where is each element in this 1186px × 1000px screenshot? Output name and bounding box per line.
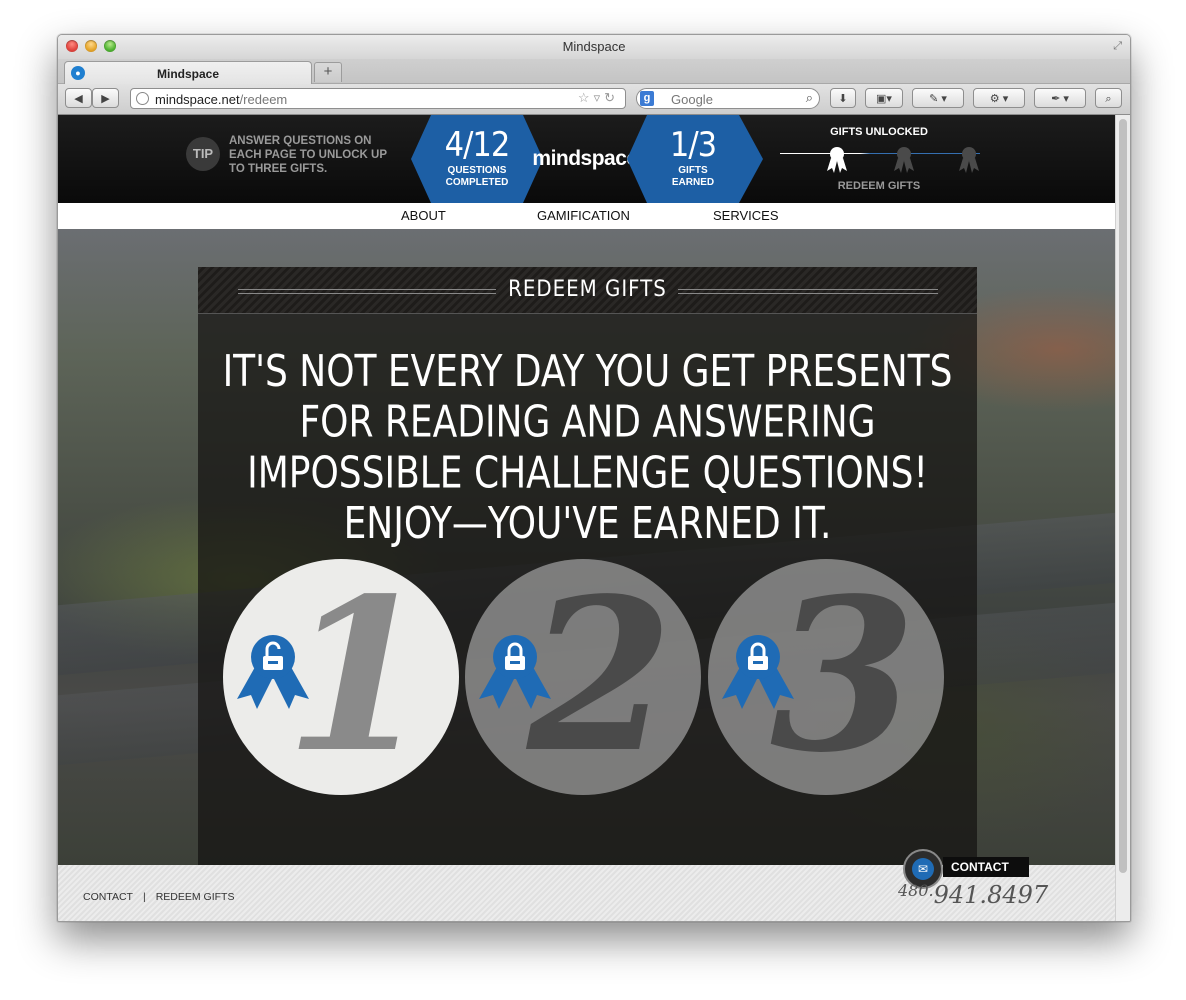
browser-window: Mindspace ⤢ ● Mindspace + ◀ ▶ mindspace.… — [57, 34, 1131, 922]
mail-icon: ✉ — [912, 858, 934, 880]
ribbon-locked-icon — [479, 635, 551, 709]
footer-links: CONTACT | REDEEM GIFTS — [78, 891, 239, 903]
address-bar[interactable]: mindspace.net/redeem ☆▿↻ — [130, 88, 626, 109]
ribbon-unlocked-icon — [237, 635, 309, 709]
gift-2-locked[interactable]: 2 — [465, 559, 701, 795]
gifts-value: 1/3 — [669, 125, 717, 165]
contact-tab[interactable]: ✉ CONTACT — [903, 849, 1031, 889]
footer-contact-link[interactable]: CONTACT — [78, 891, 138, 903]
gifts-progress-line — [780, 153, 980, 154]
phone-number: 480.941.8497 — [898, 881, 1049, 909]
gifts-label-1: GIFTS — [678, 165, 708, 176]
chevron-left-decor-2 — [627, 115, 647, 203]
questions-label-1: QUESTIONS — [447, 165, 507, 176]
tab-mindspace[interactable]: ● Mindspace — [64, 61, 312, 84]
scrollbar-thumb[interactable] — [1119, 119, 1127, 873]
search-placeholder: Google — [671, 92, 713, 107]
settings-button[interactable]: ⚙ ▾ — [973, 88, 1025, 108]
nav-gamification[interactable]: GAMIFICATION — [537, 208, 630, 223]
medal-locked-icon — [894, 147, 914, 173]
panel-header: REDEEM GIFTS — [198, 267, 977, 314]
url-text: mindspace.net/redeem — [155, 92, 288, 107]
gifts-earned-stat: 1/3 GIFTS EARNED — [647, 115, 739, 203]
redeem-gifts-link[interactable]: REDEEM GIFTS — [814, 180, 944, 192]
main-nav: ABOUT GAMIFICATION SERVICES — [58, 203, 1116, 229]
footer-separator: | — [142, 891, 146, 903]
search-icon: ⌕ — [805, 90, 813, 105]
gifts-unlocked-title: GIFTS UNLOCKED — [830, 126, 928, 138]
gear-icon: ⚙ — [989, 93, 1000, 105]
nav-services[interactable]: SERVICES — [713, 208, 779, 223]
redeem-headline: IT'S NOT EVERY DAY YOU GET PRESENTS FOR … — [222, 347, 953, 549]
tab-bar: ● Mindspace + — [58, 59, 1130, 84]
chevron-left-decor — [411, 115, 431, 203]
extension-button[interactable]: ✎ ▾ — [912, 88, 964, 108]
nav-about[interactable]: ABOUT — [401, 208, 446, 223]
vertical-scrollbar[interactable] — [1115, 115, 1130, 921]
downloads-button[interactable]: ⬇ — [830, 88, 856, 108]
window-title: Mindspace — [562, 39, 626, 54]
footer-redeem-link[interactable]: REDEEM GIFTS — [151, 891, 240, 903]
medal-locked-icon — [959, 147, 979, 173]
bookmarks-button[interactable]: ▣▾ — [865, 88, 903, 108]
questions-value: 4/12 — [444, 125, 511, 165]
search-engine-icon[interactable]: g — [640, 91, 654, 106]
tip-text: ANSWER QUESTIONS ON EACH PAGE TO UNLOCK … — [229, 135, 387, 175]
find-button[interactable]: ⌕ — [1095, 88, 1122, 108]
ribbon-locked-icon — [722, 635, 794, 709]
contact-label: CONTACT — [943, 857, 1029, 877]
questions-label-2: COMPLETED — [445, 177, 509, 188]
site-footer: CONTACT | REDEEM GIFTS ✉ CONTACT 480.941.8… — [58, 849, 1116, 921]
new-tab-button[interactable]: + — [314, 62, 342, 82]
medal-unlocked-icon — [827, 147, 847, 173]
developer-button[interactable]: ✒ ▾ — [1034, 88, 1086, 108]
site-header: TIP ANSWER QUESTIONS ON EACH PAGE TO UNL… — [58, 115, 1116, 203]
search-field[interactable]: g Google ⌕ — [636, 88, 820, 109]
panel-title: REDEEM GIFTS — [508, 277, 667, 302]
gift-1-unlocked[interactable]: 1 — [223, 559, 459, 795]
reader-bookmark-reload-icons[interactable]: ☆▿↻ — [578, 90, 619, 106]
gifts-label-2: EARNED — [671, 177, 715, 188]
tip-badge: TIP — [186, 137, 220, 171]
redeem-panel: REDEEM GIFTS IT'S NOT EVERY DAY YOU GET … — [198, 267, 977, 865]
gift-3-locked[interactable]: 3 — [708, 559, 944, 795]
back-button[interactable]: ◀ — [65, 88, 92, 108]
questions-completed-stat: 4/12 QUESTIONS COMPLETED — [431, 115, 523, 203]
fullscreen-icon[interactable]: ⤢ — [1113, 40, 1122, 53]
forward-button[interactable]: ▶ — [92, 88, 119, 108]
tab-label: Mindspace — [156, 67, 219, 81]
globe-icon — [136, 92, 149, 105]
title-bar: Mindspace ⤢ — [58, 35, 1130, 59]
chevron-right-decor-2 — [739, 115, 763, 203]
webpage: TIP ANSWER QUESTIONS ON EACH PAGE TO UNL… — [58, 115, 1116, 921]
browser-toolbar: ◀ ▶ mindspace.net/redeem ☆▿↻ g Google ⌕ … — [58, 84, 1130, 115]
